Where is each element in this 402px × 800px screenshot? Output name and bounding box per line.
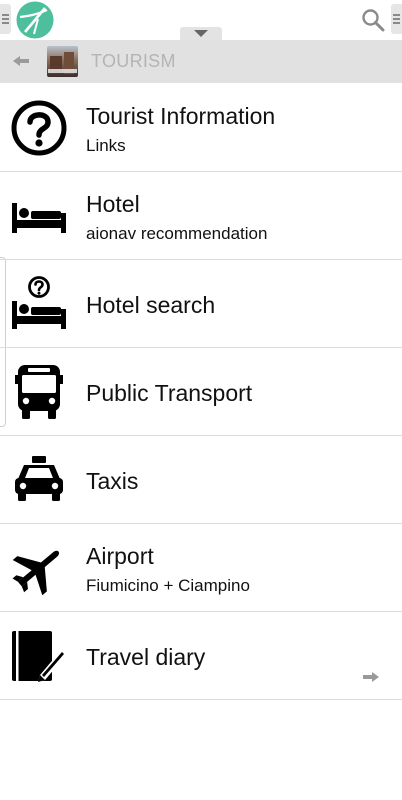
- bed-icon: [12, 203, 66, 233]
- category-title: TOURISM: [91, 51, 176, 71]
- item-title: Hotel: [86, 191, 140, 217]
- question-circle-icon: [11, 100, 67, 156]
- search-icon[interactable]: [360, 7, 386, 33]
- item-title: Public Transport: [86, 380, 253, 406]
- list-item-travel-diary[interactable]: Travel diary: [0, 612, 402, 700]
- item-title: Taxis: [86, 468, 139, 494]
- pulldown-tab[interactable]: [180, 27, 222, 40]
- taxi-icon: [15, 456, 63, 501]
- menu-list: Tourist Information Links Hotel aionav r…: [0, 84, 402, 700]
- notebook-pen-icon: [12, 631, 67, 682]
- right-drawer-handle[interactable]: [391, 4, 402, 34]
- item-title: Travel diary: [86, 644, 206, 670]
- forward-arrow-icon[interactable]: [362, 671, 380, 683]
- bus-icon: [15, 365, 63, 419]
- bed-question-icon: [12, 276, 66, 329]
- chevron-down-icon: [194, 30, 208, 37]
- item-subtitle: Fiumicino + Ciampino: [86, 576, 250, 595]
- left-drawer-handle[interactable]: [0, 4, 11, 34]
- back-arrow-icon[interactable]: [12, 54, 30, 68]
- list-item-hotel-search[interactable]: Hotel search: [0, 260, 402, 348]
- item-title: Hotel search: [86, 292, 216, 318]
- list-item-taxis[interactable]: Taxis: [0, 436, 402, 524]
- list-item-hotel[interactable]: Hotel aionav recommendation: [0, 172, 402, 260]
- item-title: Tourist Information: [86, 103, 276, 129]
- category-thumbnail: [47, 46, 78, 77]
- item-subtitle: aionav recommendation: [86, 224, 268, 243]
- airplane-icon: [12, 550, 60, 596]
- list-item-public-transport[interactable]: Public Transport: [0, 348, 402, 436]
- app-logo-icon[interactable]: [16, 1, 54, 39]
- list-item-tourist-information[interactable]: Tourist Information Links: [0, 84, 402, 172]
- item-subtitle: Links: [86, 136, 126, 155]
- category-bar: TOURISM: [0, 40, 402, 83]
- item-title: Airport: [86, 543, 154, 569]
- list-item-airport[interactable]: Airport Fiumicino + Ciampino: [0, 524, 402, 612]
- top-bar: [0, 0, 402, 40]
